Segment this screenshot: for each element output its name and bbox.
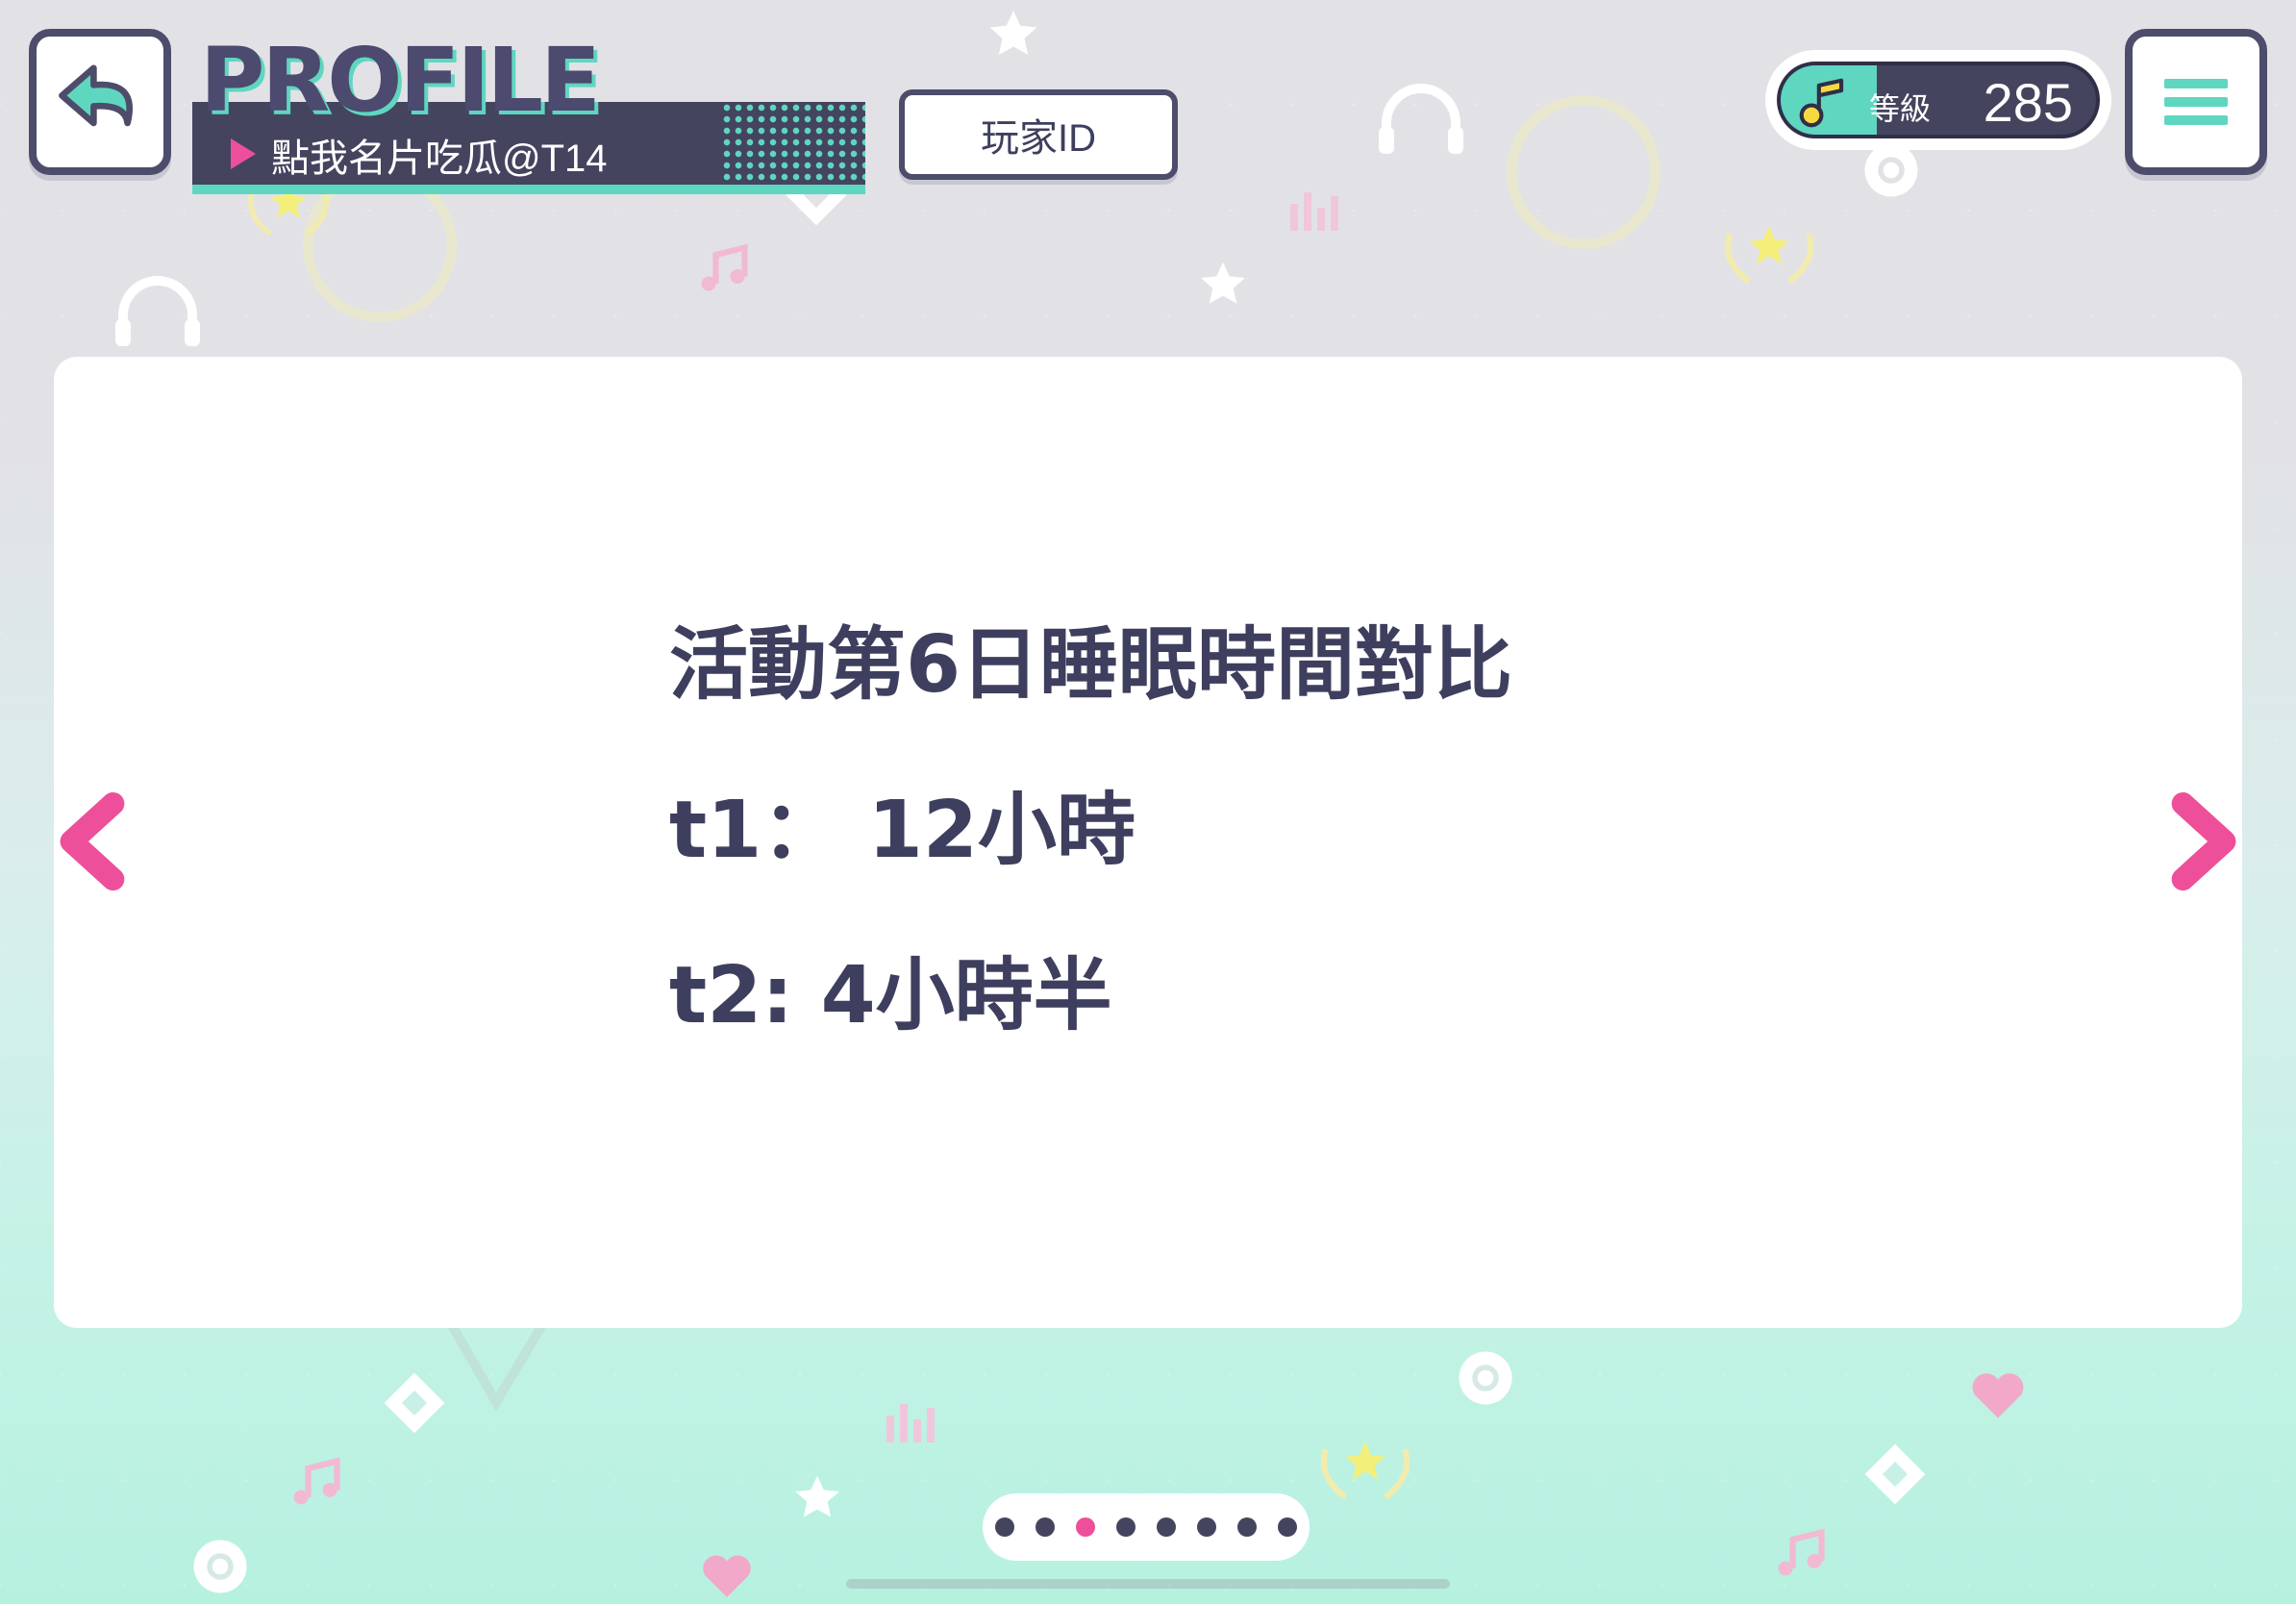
next-page-button[interactable] <box>2167 789 2244 894</box>
page-dot[interactable] <box>1076 1517 1095 1537</box>
profile-header: 點我名片吃瓜@T14 PROFILE <box>163 21 875 194</box>
chevron-left-icon <box>60 791 125 891</box>
level-label: 等級 <box>1869 91 1932 126</box>
equalizer-icon <box>1290 192 1338 231</box>
level-value: 285 <box>1983 72 2073 133</box>
heart-icon <box>1972 1373 2024 1418</box>
card-text-block: 活動第6日睡眠時間對比 t1： 12小時 t2: 4小時半 <box>669 626 1512 1122</box>
ring-icon <box>1507 95 1660 249</box>
hamburger-icon <box>2164 70 2228 134</box>
diamond-icon <box>1864 1443 1926 1505</box>
previous-page-button[interactable] <box>52 789 129 894</box>
card-heading: 活動第6日睡眠時間對比 <box>669 619 1513 711</box>
page-title: PROFILE <box>200 29 601 132</box>
content-card: 活動第6日睡眠時間對比 t1： 12小時 t2: 4小時半 <box>54 357 2242 1328</box>
laurel-star-icon <box>1724 226 1814 285</box>
music-note-icon <box>701 243 748 291</box>
level-badge: 等級 285 <box>1765 50 2111 150</box>
disc-icon <box>193 1540 247 1593</box>
page-dot[interactable] <box>1197 1517 1216 1537</box>
star-icon <box>795 1475 839 1517</box>
back-arrow-icon <box>59 64 133 127</box>
card-name-label[interactable]: 點我名片吃瓜@T14 <box>271 127 608 183</box>
page-dot[interactable] <box>1237 1517 1257 1537</box>
card-line-t2: t2: 4小時半 <box>669 950 1112 1041</box>
play-triangle-icon <box>231 138 256 169</box>
level-badge-inner: 等級 285 <box>1777 62 2100 138</box>
heart-icon <box>703 1555 751 1597</box>
laurel-star-icon <box>1320 1441 1410 1500</box>
headphones-icon <box>1379 84 1463 154</box>
page-dot[interactable] <box>1278 1517 1297 1537</box>
player-id-button[interactable]: 玩家ID <box>899 89 1178 180</box>
music-note-icon <box>293 1457 340 1505</box>
headphones-icon <box>115 276 200 346</box>
halftone-pattern <box>721 102 865 185</box>
page-dot[interactable] <box>995 1517 1014 1537</box>
back-button[interactable] <box>29 29 171 175</box>
page-dot[interactable] <box>1036 1517 1055 1537</box>
music-note-icon <box>1799 78 1844 128</box>
home-indicator[interactable] <box>846 1579 1450 1589</box>
chevron-right-icon <box>2171 791 2236 891</box>
star-icon <box>1201 262 1245 304</box>
triangle-outline-icon <box>447 1322 547 1410</box>
card-line-t1: t1： 12小時 <box>669 785 1136 876</box>
page-dot[interactable] <box>1157 1517 1176 1537</box>
diamond-icon <box>384 1372 445 1434</box>
page-indicator[interactable] <box>983 1493 1310 1561</box>
disc-icon <box>1459 1351 1512 1405</box>
menu-button[interactable] <box>2125 29 2267 175</box>
equalizer-icon <box>886 1404 935 1442</box>
star-icon <box>989 11 1037 56</box>
music-note-icon <box>1778 1528 1825 1576</box>
page-dot[interactable] <box>1116 1517 1136 1537</box>
